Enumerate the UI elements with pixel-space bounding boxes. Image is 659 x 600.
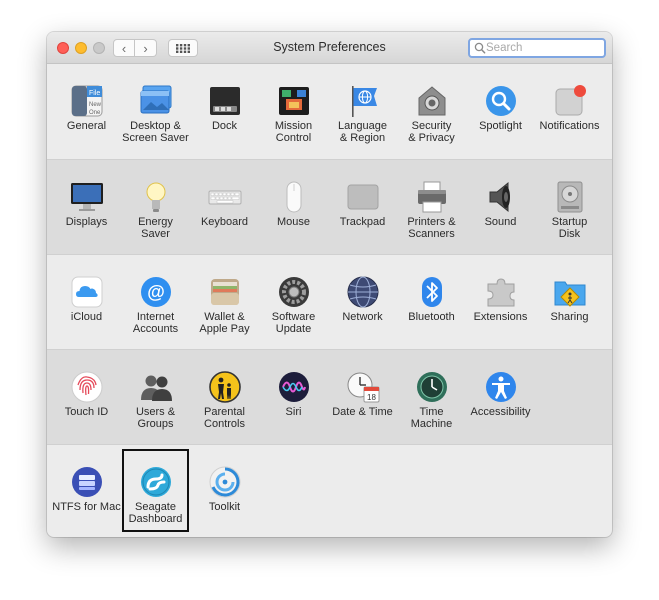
accessibility-icon xyxy=(484,370,518,404)
svg-text:New: New xyxy=(89,102,102,108)
search-placeholder: Search xyxy=(486,42,523,54)
pref-pane-security-privacy[interactable]: Security & Privacy xyxy=(397,78,466,158)
pref-pane-desktop-screen-saver[interactable]: Desktop & Screen Saver xyxy=(121,78,190,158)
pref-pane-extensions[interactable]: Extensions xyxy=(466,269,535,349)
pref-pane-software-update[interactable]: Software Update xyxy=(259,269,328,349)
preferences-row-hardware: Displays Energy Saver Keyboard Mouse Tra… xyxy=(47,159,612,254)
mission-control-icon xyxy=(277,84,311,118)
pref-pane-ntfs-for-mac[interactable]: NTFS for Mac xyxy=(52,459,121,537)
grid-icon xyxy=(176,43,190,53)
pref-pane-network[interactable]: Network xyxy=(328,269,397,349)
users-groups-icon xyxy=(139,370,173,404)
pref-pane-label: Startup Disk xyxy=(551,216,588,240)
date-time-icon: 18 xyxy=(346,370,380,404)
ntfs-for-mac-icon xyxy=(70,465,104,499)
pref-pane-sharing[interactable]: Sharing xyxy=(535,269,604,349)
pref-pane-sound[interactable]: Sound xyxy=(466,174,535,254)
pref-pane-dock[interactable]: Dock xyxy=(190,78,259,158)
dock-icon xyxy=(208,84,242,118)
back-button[interactable]: ‹ xyxy=(113,39,135,57)
pref-pane-label: Toolkit xyxy=(208,501,241,513)
pref-pane-label: Notifications xyxy=(539,120,600,132)
pref-pane-notifications[interactable]: Notifications xyxy=(535,78,604,158)
pref-pane-toolkit[interactable]: Toolkit xyxy=(190,459,259,537)
pref-pane-icloud[interactable]: iCloud xyxy=(52,269,121,349)
pref-pane-spotlight[interactable]: Spotlight xyxy=(466,78,535,158)
energy-saver-icon xyxy=(139,180,173,214)
keyboard-icon xyxy=(208,180,242,214)
extensions-icon xyxy=(484,275,518,309)
svg-text:One: One xyxy=(89,110,101,116)
language-region-icon xyxy=(346,84,380,118)
bluetooth-icon xyxy=(415,275,449,309)
pref-pane-internet-accounts[interactable]: @ Internet Accounts xyxy=(121,269,190,349)
pref-pane-wallet-apple-pay[interactable]: Wallet & Apple Pay xyxy=(190,269,259,349)
pref-pane-time-machine[interactable]: Time Machine xyxy=(397,364,466,444)
toolkit-icon xyxy=(208,465,242,499)
svg-text:@: @ xyxy=(147,282,165,302)
pref-pane-label: Sharing xyxy=(550,311,589,323)
forward-button[interactable]: › xyxy=(135,39,157,57)
search-icon xyxy=(474,42,486,54)
pref-pane-general[interactable]: File New One General xyxy=(52,78,121,158)
title-bar: ‹ › System Preferences Search xyxy=(47,32,612,64)
trackpad-icon xyxy=(346,180,380,214)
time-machine-icon xyxy=(415,370,449,404)
security-privacy-icon xyxy=(415,84,449,118)
notifications-icon xyxy=(553,84,587,118)
search-field[interactable]: Search xyxy=(468,38,606,58)
pref-pane-keyboard[interactable]: Keyboard xyxy=(190,174,259,254)
minimize-window-button[interactable] xyxy=(75,42,87,54)
parental-controls-icon xyxy=(208,370,242,404)
network-icon xyxy=(346,275,380,309)
startup-disk-icon xyxy=(553,180,587,214)
pref-pane-language-region[interactable]: Language & Region xyxy=(328,78,397,158)
pref-pane-accessibility[interactable]: Accessibility xyxy=(466,364,535,444)
pref-pane-mouse[interactable]: Mouse xyxy=(259,174,328,254)
close-window-button[interactable] xyxy=(57,42,69,54)
chevron-right-icon: › xyxy=(143,40,148,56)
sound-icon xyxy=(484,180,518,214)
displays-icon xyxy=(70,180,104,214)
svg-text:File: File xyxy=(89,90,100,97)
pref-pane-trackpad[interactable]: Trackpad xyxy=(328,174,397,254)
show-all-button[interactable] xyxy=(168,39,198,57)
touch-id-icon xyxy=(70,370,104,404)
pref-pane-users-groups[interactable]: Users & Groups xyxy=(121,364,190,444)
wallet-apple-pay-icon xyxy=(208,275,242,309)
icloud-icon xyxy=(70,275,104,309)
internet-accounts-icon: @ xyxy=(139,275,173,309)
preferences-row-internet: iCloud @ Internet Accounts Wallet & Appl… xyxy=(47,254,612,349)
pref-pane-bluetooth[interactable]: Bluetooth xyxy=(397,269,466,349)
pref-pane-mission-control[interactable]: Mission Control xyxy=(259,78,328,158)
selection-highlight xyxy=(122,449,189,532)
desktop-screen-saver-icon xyxy=(139,84,173,118)
spotlight-icon xyxy=(484,84,518,118)
pref-pane-siri[interactable]: Siri xyxy=(259,364,328,444)
general-icon: File New One xyxy=(70,84,104,118)
pref-pane-startup-disk[interactable]: Startup Disk xyxy=(535,174,604,254)
preferences-row-system: Touch ID Users & Groups Parental Control… xyxy=(47,349,612,444)
pref-pane-printers-scanners[interactable]: Printers & Scanners xyxy=(397,174,466,254)
pref-pane-energy-saver[interactable]: Energy Saver xyxy=(121,174,190,254)
pref-pane-displays[interactable]: Displays xyxy=(52,174,121,254)
zoom-window-button[interactable] xyxy=(93,42,105,54)
software-update-icon xyxy=(277,275,311,309)
sharing-icon xyxy=(553,275,587,309)
printers-scanners-icon xyxy=(415,180,449,214)
pref-pane-parental-controls[interactable]: Parental Controls xyxy=(190,364,259,444)
pref-pane-label: Accessibility xyxy=(470,406,531,418)
mouse-icon xyxy=(277,180,311,214)
chevron-left-icon: ‹ xyxy=(121,40,127,56)
pref-pane-date-time[interactable]: 18 Date & Time xyxy=(328,364,397,444)
siri-icon xyxy=(277,370,311,404)
calendar-day: 18 xyxy=(367,393,376,402)
window-title: System Preferences xyxy=(273,40,386,54)
pref-pane-touch-id[interactable]: Touch ID xyxy=(52,364,121,444)
preferences-row-personal: File New One General Desktop & Screen Sa… xyxy=(47,64,612,159)
